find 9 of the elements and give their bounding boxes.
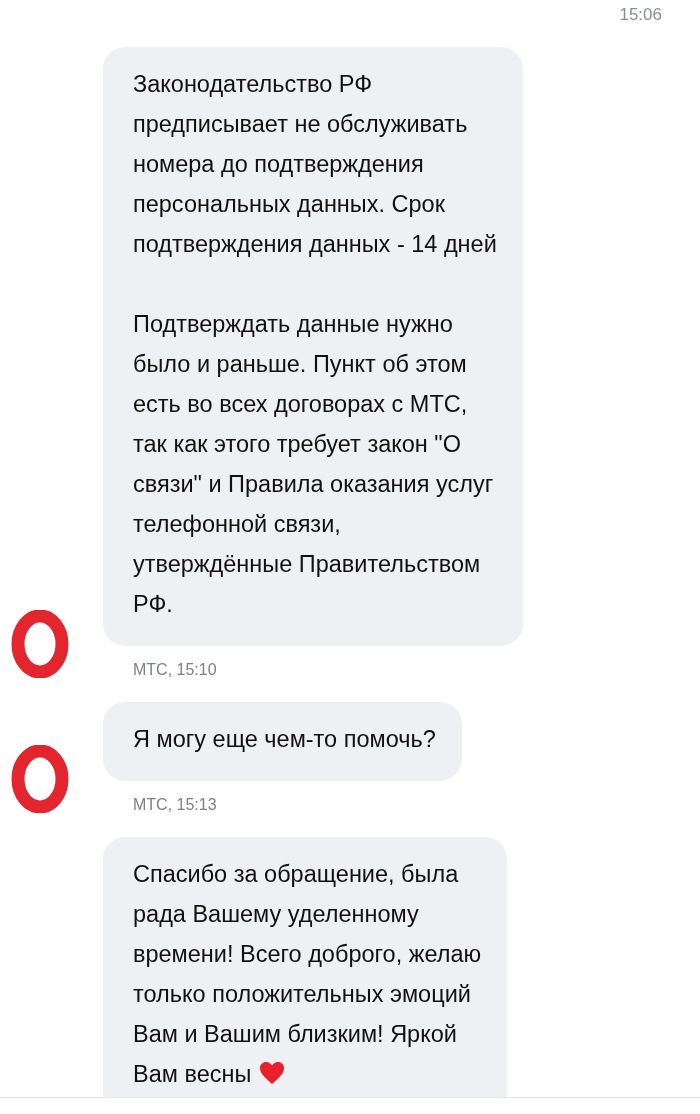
sender-time: МТС, 15:13 <box>132 795 218 815</box>
operator-logo-icon <box>10 610 69 678</box>
timestamp: 15:06 <box>619 5 662 26</box>
sender-time: МТС, 15:10 <box>132 660 218 680</box>
message-bubble: Законодательство РФ предписывает не обслуживать номера до подтверждения персональных данных. Срок подтверждения данных - 14 дней Подтверждать данные нужно было и раньше. Пункт об этом есть во всех договорах с МТС, так как этого требует закон "О связи" и Правила оказания услуг телефонной связи, утверждённые Правительством РФ. <box>103 47 523 646</box>
message-bubble: Спасибо за обращение, была рада Вашему уделенному времени! Всего доброго, желаю только положительных эмоций Вам и Вашим близким! Яркой Вам весны <box>103 837 508 1097</box>
heart-icon <box>259 1061 286 1085</box>
operator-logo-icon <box>10 745 69 813</box>
message-bubble: Я могу еще чем-то помочь? <box>103 702 462 781</box>
